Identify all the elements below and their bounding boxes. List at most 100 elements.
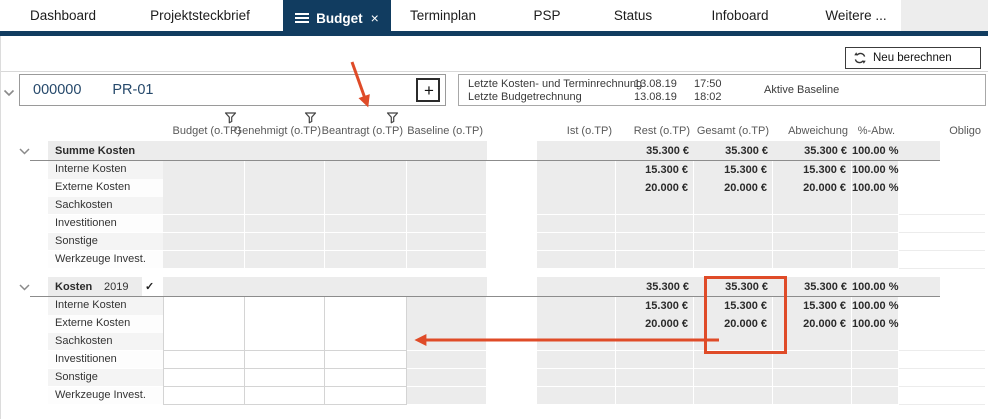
filter-icon[interactable]: [386, 111, 399, 123]
confirmed-check-icon[interactable]: ✓: [145, 277, 154, 297]
cell-beantragt[interactable]: [325, 387, 407, 405]
table-row: Werkzeuge Invest.: [17, 387, 985, 405]
cell-abweichung: [773, 251, 852, 269]
cell-genehmigt[interactable]: [245, 333, 325, 351]
cell-beantragt[interactable]: [325, 369, 407, 387]
nav-accent-line: [0, 31, 988, 36]
cell-genehmigt: [245, 215, 325, 233]
section-underline: [30, 160, 940, 161]
filter-icon[interactable]: [224, 111, 237, 123]
table-row: Werkzeuge Invest.: [17, 251, 985, 269]
column-header-label: Genehmigt (o.TP): [234, 125, 321, 138]
cell-budget: [163, 233, 245, 251]
last-cost-calc-label: Letzte Kosten- und Terminrechnung: [468, 78, 642, 91]
cell-ist: [537, 351, 616, 369]
cell-budget[interactable]: [163, 333, 245, 351]
cell-genehmigt: [245, 233, 325, 251]
total-abweichung: 35.300 €: [773, 277, 852, 297]
cell-obligo: [899, 197, 985, 215]
cell-baseline: [407, 315, 487, 334]
tab-budget[interactable]: Budget×: [283, 0, 391, 36]
cell-genehmigt[interactable]: [245, 387, 325, 405]
cell-pct-abw: 100.00 %: [852, 315, 899, 334]
cell-pct-abw: [852, 333, 899, 351]
cell-beantragt[interactable]: [325, 333, 407, 351]
cell-beantragt[interactable]: [325, 351, 407, 369]
column-header: Beantragt (o.TP): [325, 106, 407, 138]
cell-genehmigt: [245, 251, 325, 269]
cell-budget[interactable]: [163, 369, 245, 387]
section-kosten-2019: Kosten 2019 ✓ 35.300 € 35.300 € 35.300 €…: [17, 277, 985, 405]
project-chevron-down-icon[interactable]: [3, 84, 15, 102]
cell-pct-abw: [852, 351, 899, 369]
tab-terminplan[interactable]: Terminplan: [410, 0, 476, 31]
total-ist: [537, 141, 616, 161]
row-label: Werkzeuge Invest.: [48, 387, 163, 405]
cell-gesamt: [694, 387, 773, 405]
column-header: Obligo: [899, 106, 985, 138]
cell-beantragt: [325, 233, 407, 251]
table-row: Sonstige: [17, 233, 985, 251]
top-nav: Dashboard Projektsteckbrief Budget× Terminp…: [0, 0, 988, 36]
project-header[interactable]: 000000 PR-01 +: [19, 74, 446, 106]
cell-rest: [616, 369, 694, 387]
tab-status[interactable]: Status: [614, 0, 652, 31]
add-button[interactable]: +: [416, 78, 440, 102]
row-label: Werkzeuge Invest.: [48, 251, 163, 269]
cell-budget[interactable]: [163, 315, 245, 334]
section-year: 2019: [104, 277, 128, 297]
cell-genehmigt[interactable]: [245, 351, 325, 369]
tab-dashboard[interactable]: Dashboard: [30, 0, 96, 31]
cell-beantragt: [325, 215, 407, 233]
cell-beantragt[interactable]: [325, 315, 407, 334]
filter-icon[interactable]: [304, 111, 317, 123]
tab-weitere[interactable]: Weitere ...: [825, 0, 886, 31]
cell-ist: [537, 251, 616, 269]
collapse-section-icon[interactable]: [17, 277, 48, 297]
cell-ist: [537, 387, 616, 405]
cell-genehmigt[interactable]: [245, 369, 325, 387]
last-budget-calc-date: 13.08.19: [634, 91, 677, 104]
total-rest: 35.300 €: [616, 141, 694, 161]
cell-genehmigt[interactable]: [245, 297, 325, 316]
section-summe-kosten: Summe Kosten 35.300 € 35.300 € 35.300 € …: [17, 141, 985, 269]
cell-baseline: [407, 387, 487, 405]
cell-ist: [537, 369, 616, 387]
cell-abweichung: 20.000 €: [773, 315, 852, 334]
cell-baseline: [407, 179, 487, 198]
cell-budget[interactable]: [163, 297, 245, 316]
cell-budget: [163, 251, 245, 269]
cell-obligo: [899, 215, 985, 233]
cell-gesamt: [694, 233, 773, 251]
cell-obligo: [899, 251, 985, 269]
cell-budget[interactable]: [163, 387, 245, 405]
cell-rest: [616, 333, 694, 351]
tab-psp[interactable]: PSP: [533, 0, 560, 31]
column-header: %-Abw.: [852, 106, 899, 138]
tab-infoboard[interactable]: Infoboard: [711, 0, 768, 31]
cell-genehmigt[interactable]: [245, 315, 325, 334]
last-cost-calc-date: 13.08.19: [634, 78, 677, 91]
row-label: Sachkosten: [48, 333, 163, 351]
table-row: Investitionen: [17, 351, 985, 369]
cell-obligo: [899, 179, 985, 198]
cell-pct-abw: [852, 197, 899, 215]
cell-genehmigt: [245, 179, 325, 198]
tab-projektsteckbrief[interactable]: Projektsteckbrief: [150, 0, 250, 31]
cell-budget[interactable]: [163, 351, 245, 369]
column-header: Gesamt (o.TP): [694, 106, 773, 138]
close-tab-icon[interactable]: ×: [371, 10, 379, 26]
total-gesamt: 35.300 €: [694, 141, 773, 161]
cell-beantragt: [325, 197, 407, 215]
recalculate-button[interactable]: Neu berechnen: [845, 47, 981, 69]
cell-pct-abw: [852, 369, 899, 387]
cell-beantragt: [325, 161, 407, 180]
total-gesamt: 35.300 €: [694, 277, 773, 297]
section-header-row: Summe Kosten 35.300 € 35.300 € 35.300 € …: [17, 141, 985, 161]
collapse-section-icon[interactable]: [17, 141, 48, 161]
cell-abweichung: [773, 351, 852, 369]
total-abweichung: 35.300 €: [773, 141, 852, 161]
column-header-label: Obligo: [949, 125, 981, 138]
cell-beantragt[interactable]: [325, 297, 407, 316]
cell-pct-abw: 100.00 %: [852, 297, 899, 316]
